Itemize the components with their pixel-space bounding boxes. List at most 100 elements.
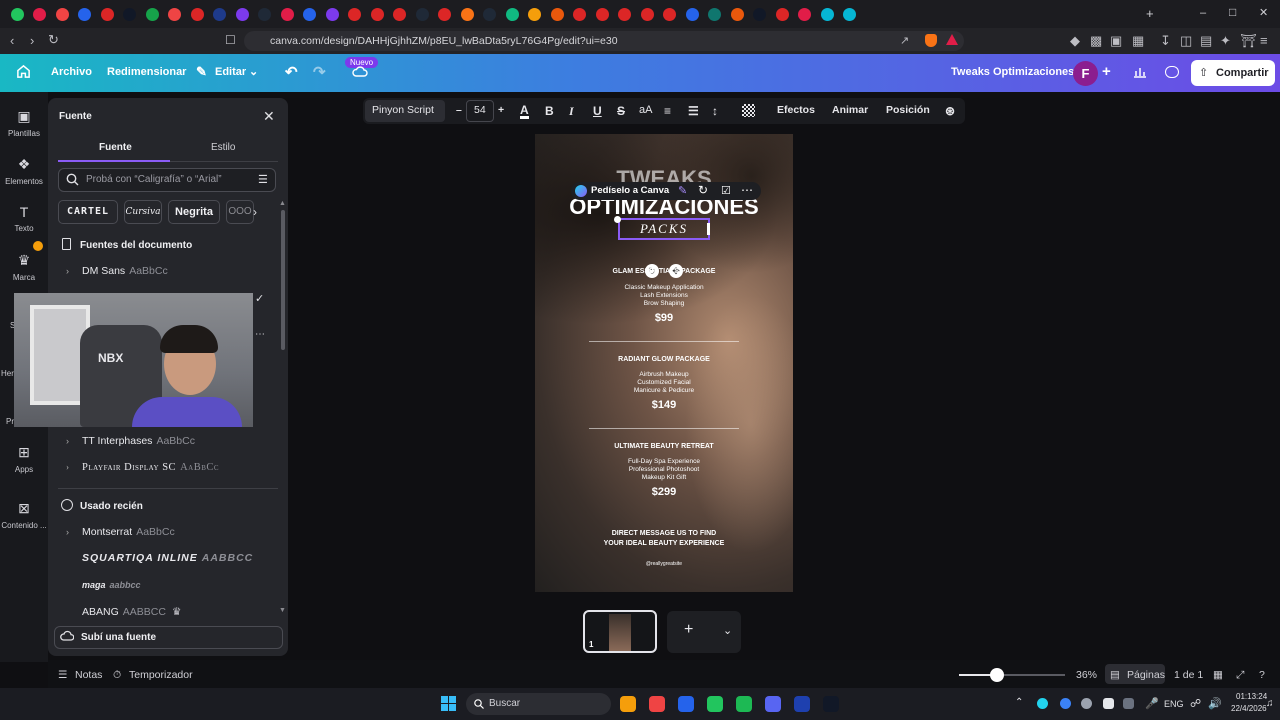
chip-cursive[interactable]: Cursiva [124,200,162,224]
package-item[interactable]: Airbrush Makeup [535,371,793,378]
browser-tab[interactable] [29,0,52,28]
browser-tab[interactable] [209,0,232,28]
tray-icon[interactable] [1123,698,1134,709]
taskbar-app-icon[interactable] [765,696,781,712]
tray-icon[interactable] [1037,698,1048,709]
extensions-icon[interactable]: ◆ [1070,33,1080,49]
microphone-icon[interactable]: 🎤 [1145,697,1159,710]
text-color-icon[interactable]: A [520,104,529,119]
bookmark-icon[interactable]: ☐ [225,33,236,47]
comment-icon[interactable] [1165,66,1179,78]
browser-tab[interactable] [704,0,727,28]
font-item-maga[interactable]: maga aabbcc [58,580,278,590]
font-item-montserrat[interactable]: › Montserrat AaBbCc [58,526,278,538]
package-item[interactable]: Lash Extensions [535,292,793,299]
timer-icon[interactable]: ⏱ [113,669,121,682]
package-item[interactable]: Customized Facial [535,379,793,386]
position-button[interactable]: Posición [886,104,930,116]
volume-icon[interactable]: 🔊 [1208,697,1222,710]
download-icon[interactable]: ↧ [1160,33,1171,49]
browser-tab[interactable] [96,0,119,28]
home-icon[interactable] [16,64,31,79]
selection-handle[interactable] [614,216,621,223]
browser-tab[interactable] [276,0,299,28]
taskbar-app-icon[interactable] [620,696,636,712]
add-page-button[interactable]: + ⌄ [667,611,741,653]
browser-tab[interactable] [569,0,592,28]
package-item[interactable]: Makeup Kit Gift [535,474,793,481]
chip-bold[interactable]: Negrita [168,200,220,224]
chevron-right-icon[interactable]: › [58,527,82,537]
notes-button[interactable]: Notas [75,669,102,681]
browser-tab[interactable] [434,0,457,28]
canva-ai-icon[interactable] [575,185,587,197]
browser-tab[interactable] [344,0,367,28]
transparency-icon[interactable] [742,104,755,117]
back-arrow-icon[interactable]: ‹ [10,33,14,48]
edit-pencil-icon[interactable]: ✎ [196,64,207,80]
browser-tab[interactable] [119,0,142,28]
clock-time[interactable]: 01:13:24 [1236,692,1267,701]
panel-scrollbar[interactable] [281,210,285,350]
clock-date[interactable]: 22/4/2026 [1231,704,1267,713]
browser-tab[interactable] [411,0,434,28]
social-handle[interactable]: @reallygreatsite [535,561,793,567]
font-item-tt-interphases[interactable]: › TT Interphases AaBbCc [58,435,278,447]
chip-cartel[interactable]: CARTEL [58,200,118,224]
undo-icon[interactable]: ↶ [285,63,298,81]
align-center-icon[interactable]: ≡ [664,104,671,118]
canva-ai-label[interactable]: Pedíselo a Canva [591,185,669,196]
resize-menu[interactable]: Redimensionar [107,66,186,78]
browser-tab[interactable] [816,0,839,28]
italic-icon[interactable]: I [569,104,574,119]
chevron-right-icon[interactable]: › [58,266,82,276]
close-window-button[interactable]: ✕ [1259,6,1268,19]
zoom-slider-knob[interactable] [990,668,1004,682]
vpn-icon[interactable]: ⛩ [1240,33,1257,49]
minimize-button[interactable]: ‒ [1200,7,1206,19]
browser-tab[interactable] [321,0,344,28]
package-name[interactable]: RADIANT GLOW PACKAGE [535,356,793,363]
redo-icon[interactable]: ↷ [313,63,326,81]
tab-style[interactable]: Estilo [211,142,235,153]
font-item-dm-sans[interactable]: › DM Sans AaBbCc [58,265,278,277]
cloud-sync-icon[interactable] [352,66,368,77]
cta-line-2[interactable]: YOUR IDEAL BEAUTY EXPERIENCE [535,540,793,547]
windows-start-icon[interactable] [441,696,456,711]
underline-icon[interactable]: U [593,104,602,118]
rail-item-content[interactable]: ⊠ Contenido ... [0,500,48,530]
bold-icon[interactable]: B [545,104,554,118]
tab-font[interactable]: Fuente [99,142,132,153]
sidebar-icon[interactable]: ◫ [1180,33,1192,49]
lock-icon[interactable]: ☑ [721,184,731,197]
avatar[interactable]: F [1073,61,1098,86]
browser-tab[interactable] [6,0,29,28]
taskbar-app-icon[interactable] [736,696,752,712]
browser-tab[interactable] [636,0,659,28]
scroll-up-arrow[interactable]: ▲ [279,200,286,207]
cta-line-1[interactable]: DIRECT MESSAGE US TO FIND [535,530,793,537]
chevron-right-icon[interactable]: › [58,436,82,446]
browser-tab[interactable] [591,0,614,28]
increase-size-button[interactable]: + [498,104,504,116]
browser-tab[interactable] [141,0,164,28]
font-item-playfair-display-sc[interactable]: › Playfair Display SC AaBbCc [58,462,278,473]
share-page-icon[interactable]: ↗ [900,34,909,47]
brave-rewards-icon[interactable] [946,34,958,45]
spacing-icon[interactable]: ↕ [712,104,718,118]
browser-tab[interactable] [74,0,97,28]
notes-icon[interactable]: ☰ [58,669,67,681]
list-icon[interactable]: ☰ [688,104,699,118]
browser-tab[interactable] [726,0,749,28]
browser-tab[interactable] [186,0,209,28]
zoom-level[interactable]: 36% [1076,669,1097,681]
browser-tab[interactable] [524,0,547,28]
package-item[interactable]: Brow Shaping [535,300,793,307]
taskbar-app-icon[interactable] [823,696,839,712]
browser-tab[interactable] [479,0,502,28]
insights-icon[interactable] [1133,66,1147,78]
browser-tab[interactable] [501,0,524,28]
grid-view-icon[interactable]: ▦ [1213,669,1223,681]
rotate-icon[interactable]: ↻ [698,183,708,197]
magic-edit-icon[interactable]: ✎ [678,184,687,197]
